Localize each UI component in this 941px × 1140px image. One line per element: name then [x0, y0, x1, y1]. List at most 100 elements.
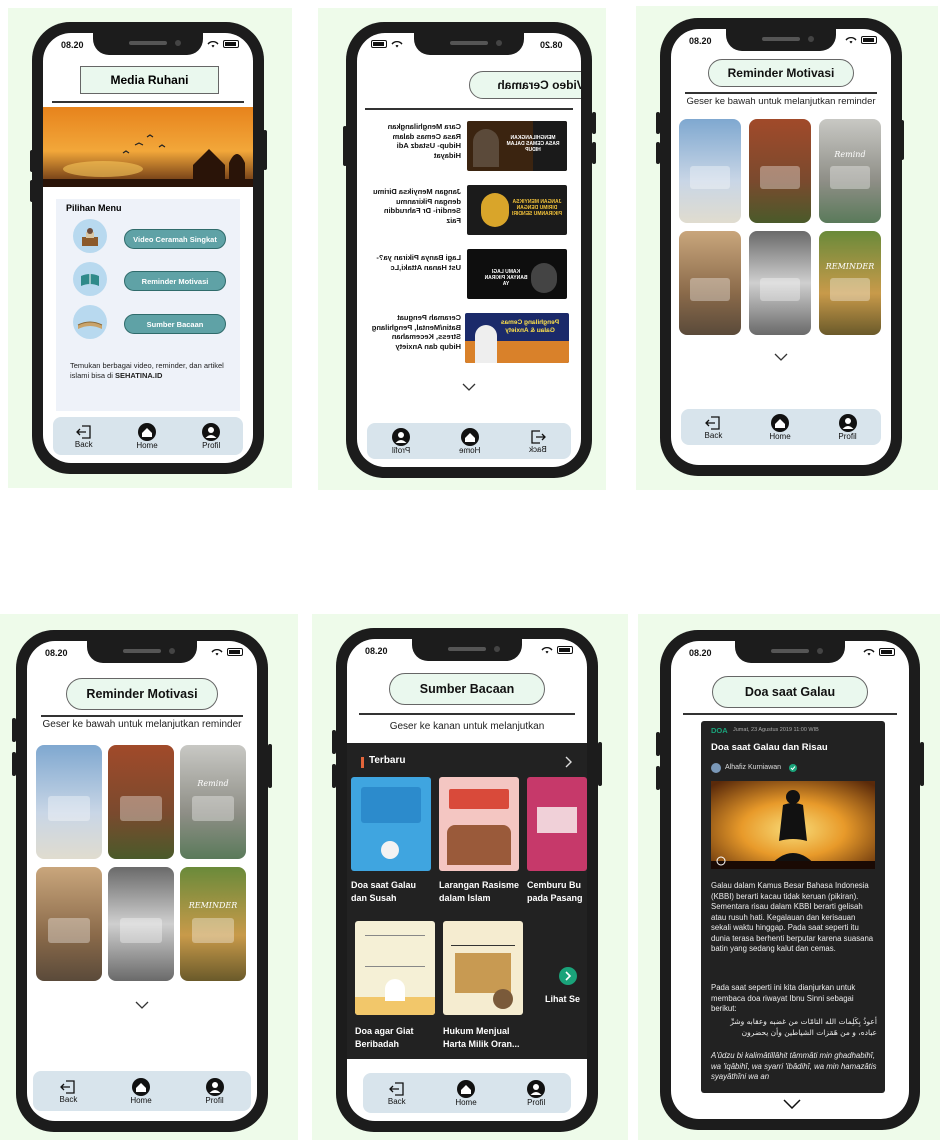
article-title[interactable]: Larangan Rasisme dalam Islam: [439, 879, 519, 905]
nav-profil[interactable]: Profil: [526, 1079, 546, 1107]
back-icon: [531, 429, 546, 444]
phone-reminder-1: 08.20 Reminder Motivasi Geser ke bawah u…: [660, 18, 902, 476]
status-icons: [863, 647, 895, 656]
status-time: 08.20: [540, 40, 563, 50]
status-time: 08.20: [689, 648, 712, 658]
chevron-down-icon[interactable]: [462, 383, 476, 391]
article-title[interactable]: Hukum Menjual Harta Milik Oran...: [443, 1025, 520, 1051]
article-card-cover[interactable]: [351, 777, 431, 871]
status-icons: [845, 35, 877, 44]
article-title[interactable]: Doa saat Galau dan Susah: [351, 879, 416, 905]
nav-profil[interactable]: Profil: [838, 413, 858, 441]
video-item[interactable]: MENGHILANGKAN RASA CEMAS DALAM HIDUP Car…: [357, 121, 581, 179]
page-title: Video Ceramah: [469, 71, 581, 99]
nav-profil[interactable]: Profil: [391, 427, 411, 455]
video-item[interactable]: Penghilang Cemas Galau & Anxiety Ceramah…: [357, 313, 581, 371]
video-item[interactable]: JANGAN MENYIKSA DIRIMU DENGAN PIKIRANMU …: [357, 185, 581, 243]
battery-icon: [879, 647, 895, 656]
reminder-card[interactable]: [36, 867, 102, 981]
nav-profil[interactable]: Profil: [201, 422, 221, 450]
power-button: [920, 742, 924, 786]
reminder-card[interactable]: Remind: [819, 119, 881, 223]
reminder-card[interactable]: Remind: [180, 745, 246, 859]
avatar: [711, 763, 721, 773]
home-icon: [770, 413, 789, 432]
notch: [735, 641, 845, 663]
video-thumbnail: MENGHILANGKAN RASA CEMAS DALAM HIDUP: [467, 121, 567, 171]
reminder-card[interactable]: [36, 745, 102, 859]
reminder-card[interactable]: [679, 231, 741, 335]
reminder-card[interactable]: [749, 231, 811, 335]
article-paragraph: Galau dalam Kamus Besar Bahasa Indonesia…: [711, 881, 874, 953]
nav-home[interactable]: Home: [459, 427, 481, 455]
nav-back[interactable]: Back: [704, 415, 722, 440]
nav-home[interactable]: Home: [455, 1079, 477, 1107]
reminder-card[interactable]: [749, 119, 811, 223]
status-icons: [541, 645, 573, 654]
notch: [93, 33, 203, 55]
video-ceramah-button[interactable]: Video Ceramah Singkat: [124, 229, 226, 249]
screen: 08.20 Doa saat Galau DOA Jumat, 23 Agust…: [671, 641, 909, 1119]
reminder-card[interactable]: [679, 119, 741, 223]
nav-back[interactable]: Back: [529, 429, 547, 454]
status-time: 08.20: [365, 646, 388, 656]
reminder-card-label: REMINDER: [188, 901, 238, 911]
wifi-icon: [863, 648, 875, 656]
article-card-cover[interactable]: [355, 921, 435, 1015]
back-icon: [705, 415, 721, 430]
video-title: Jangan Menyiksa Dirimu dengan Pikiranmu …: [373, 187, 461, 225]
battery-icon: [227, 647, 243, 656]
thumbnail-text: JANGAN MENYIKSA DIRIMU DENGAN PIKIRANMU …: [512, 199, 563, 217]
nav-profil[interactable]: Profil: [205, 1077, 225, 1105]
reminder-card[interactable]: [108, 745, 174, 859]
back-icon: [75, 424, 91, 439]
chevron-down-icon[interactable]: [135, 1001, 149, 1009]
section-accent: [361, 757, 364, 768]
nav-back-label: Back: [59, 1094, 78, 1104]
video-item[interactable]: KAMU LAGI BANYAK PIKIRAN YA Lagi Banya P…: [357, 249, 581, 307]
nav-home[interactable]: Home: [769, 413, 791, 441]
status-time: 08.20: [61, 40, 84, 50]
article-hero-image: [711, 781, 875, 869]
reminder-card[interactable]: REMINDER: [180, 867, 246, 981]
nav-back-label: Back: [528, 444, 547, 454]
article-title[interactable]: Doa agar Giat Beribadah: [355, 1025, 414, 1051]
article-title[interactable]: Cemburu Bu pada Pasang: [527, 879, 583, 905]
nav-home[interactable]: Home: [130, 1077, 152, 1105]
power-button: [268, 744, 272, 788]
swipe-hint: Geser ke bawah untuk melanjutkan reminde…: [686, 96, 876, 107]
chevron-right-icon[interactable]: [565, 756, 573, 768]
notch: [414, 33, 524, 55]
article-paragraph: Pada saat seperti ini kita dianjurkan un…: [711, 983, 856, 1013]
book-icon: [73, 305, 107, 339]
nav-back[interactable]: Back: [75, 424, 93, 449]
see-more-button[interactable]: [559, 967, 577, 985]
nav-home[interactable]: Home: [136, 422, 158, 450]
video-thumbnail: JANGAN MENYIKSA DIRIMU DENGAN PIKIRANMU …: [467, 185, 567, 235]
video-title: Lagi Banya Pikiran ya?- Ust Hanan Attaki…: [376, 253, 461, 272]
swipe-hint: Geser ke kanan untuk melanjutkan: [389, 721, 545, 732]
reminder-card[interactable]: REMINDER: [819, 231, 881, 335]
see-more-label[interactable]: Lihat Se: [545, 993, 580, 1006]
brand-name: SEHATINA.ID: [115, 371, 163, 380]
sumber-bacaan-button[interactable]: Sumber Bacaan: [124, 314, 226, 334]
status-time: 08.20: [689, 36, 712, 46]
wifi-icon: [845, 36, 857, 44]
chevron-down-icon[interactable]: [774, 353, 788, 361]
reminder-card[interactable]: [108, 867, 174, 981]
article-card-cover[interactable]: [439, 777, 519, 871]
swipe-hint: Geser ke bawah untuk melanjutkan reminde…: [42, 719, 242, 730]
chevron-down-icon[interactable]: [783, 1099, 801, 1109]
mosque-icon: [73, 219, 107, 253]
thumbnail-text: KAMU LAGI BANYAK PIKIRAN YA: [484, 269, 528, 287]
article-card-cover[interactable]: [527, 777, 587, 871]
reminder-motivasi-button[interactable]: Reminder Motivasi: [124, 271, 226, 291]
reminder-card-label: Remind: [197, 779, 229, 789]
article-category: DOA: [711, 726, 728, 735]
phone-reminder-2: 08.20 Reminder Motivasi Geser ke bawah u…: [16, 630, 268, 1132]
phone-doa-galau: 08.20 Doa saat Galau DOA Jumat, 23 Agust…: [660, 630, 920, 1130]
profile-icon: [205, 1077, 224, 1096]
article-card-cover[interactable]: [443, 921, 523, 1015]
nav-back[interactable]: Back: [388, 1081, 406, 1106]
nav-back[interactable]: Back: [59, 1079, 77, 1104]
